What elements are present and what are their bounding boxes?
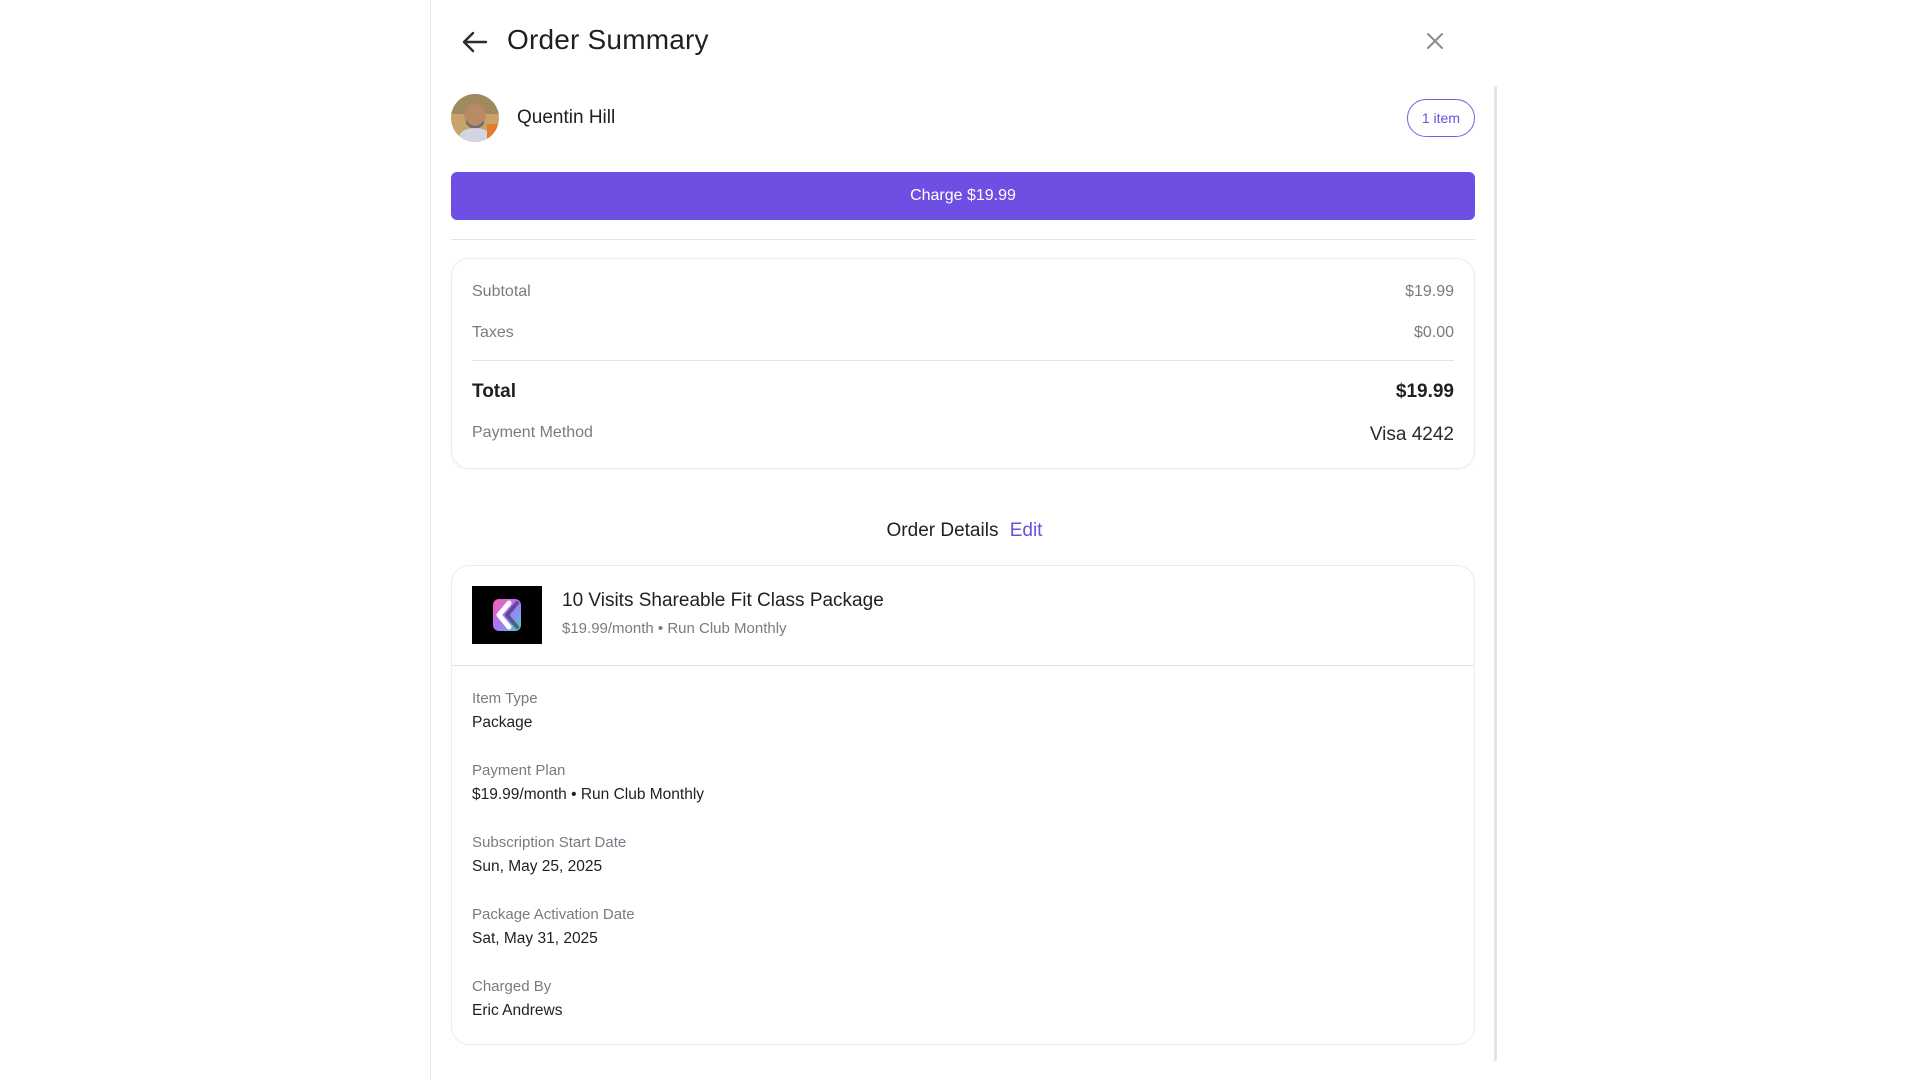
page-title: Order Summary [507, 24, 709, 55]
product-thumbnail [472, 586, 542, 644]
items-count-badge[interactable]: 1 item [1406, 99, 1475, 137]
scrollbar[interactable] [1494, 86, 1497, 1061]
order-details-header: Order Details Edit [431, 520, 1498, 542]
item-type-field: Item Type Package [472, 690, 538, 732]
modal-header: Order Summary [431, 0, 1498, 84]
product-subtitle: $19.99/month • Run Club Monthly [562, 620, 787, 637]
total-value: $19.99 [1395, 381, 1454, 402]
product-name: 10 Visits Shareable Fit Class Package [562, 590, 884, 611]
payment-plan-field: Payment Plan $19.99/month • Run Club Mon… [472, 762, 704, 804]
charge-button[interactable]: Charge $19.99 [451, 172, 1475, 220]
total-row: Total $19.99 [472, 381, 1454, 403]
customer-name: Quentin Hill [517, 107, 616, 128]
totals-card: Subtotal $19.99 Taxes $0.00 Total $19.99… [451, 258, 1475, 469]
arrow-left-icon [462, 31, 488, 53]
payment-method-value: Visa 4242 [1369, 424, 1454, 445]
field-label: Charged By [472, 978, 552, 995]
product-row: 10 Visits Shareable Fit Class Package $1… [452, 566, 1474, 666]
field-value: $19.99/month • Run Club Monthly [472, 786, 705, 803]
order-details-title: Order Details [886, 520, 999, 541]
back-button[interactable] [455, 22, 495, 62]
field-label: Payment Plan [472, 762, 566, 779]
field-value: Eric Andrews [472, 1002, 563, 1019]
close-button[interactable] [1420, 26, 1450, 56]
package-activation-date-field: Package Activation Date Sat, May 31, 202… [472, 906, 635, 948]
subscription-start-date-field: Subscription Start Date Sun, May 25, 202… [472, 834, 626, 876]
field-label: Item Type [472, 690, 538, 707]
field-label: Subscription Start Date [472, 834, 627, 851]
total-label: Total [472, 381, 516, 402]
field-value: Sun, May 25, 2025 [472, 858, 603, 875]
subtotal-row: Subtotal $19.99 [472, 283, 1454, 301]
order-details-card: 10 Visits Shareable Fit Class Package $1… [451, 565, 1475, 1045]
order-summary-modal: Order Summary Quentin Hill 1 item Charge… [430, 0, 1498, 1080]
close-icon [1427, 33, 1443, 49]
customer-row: Quentin Hill 1 item [451, 92, 1475, 144]
payment-method-row: Payment Method Visa 4242 [472, 424, 1454, 446]
charged-by-field: Charged By Eric Andrews [472, 978, 562, 1020]
subtotal-value: $19.99 [1405, 283, 1454, 300]
taxes-value: $0.00 [1413, 324, 1454, 341]
totals-divider [472, 360, 1454, 361]
field-label: Package Activation Date [472, 906, 635, 923]
avatar [451, 94, 499, 142]
field-value: Sat, May 31, 2025 [472, 930, 598, 947]
payment-method-label: Payment Method [472, 424, 593, 441]
subtotal-label: Subtotal [472, 283, 531, 300]
field-value: Package [472, 714, 533, 731]
divider [451, 239, 1475, 240]
taxes-label: Taxes [472, 324, 514, 341]
edit-order-details-link[interactable]: Edit [1010, 520, 1043, 541]
taxes-row: Taxes $0.00 [472, 324, 1454, 342]
